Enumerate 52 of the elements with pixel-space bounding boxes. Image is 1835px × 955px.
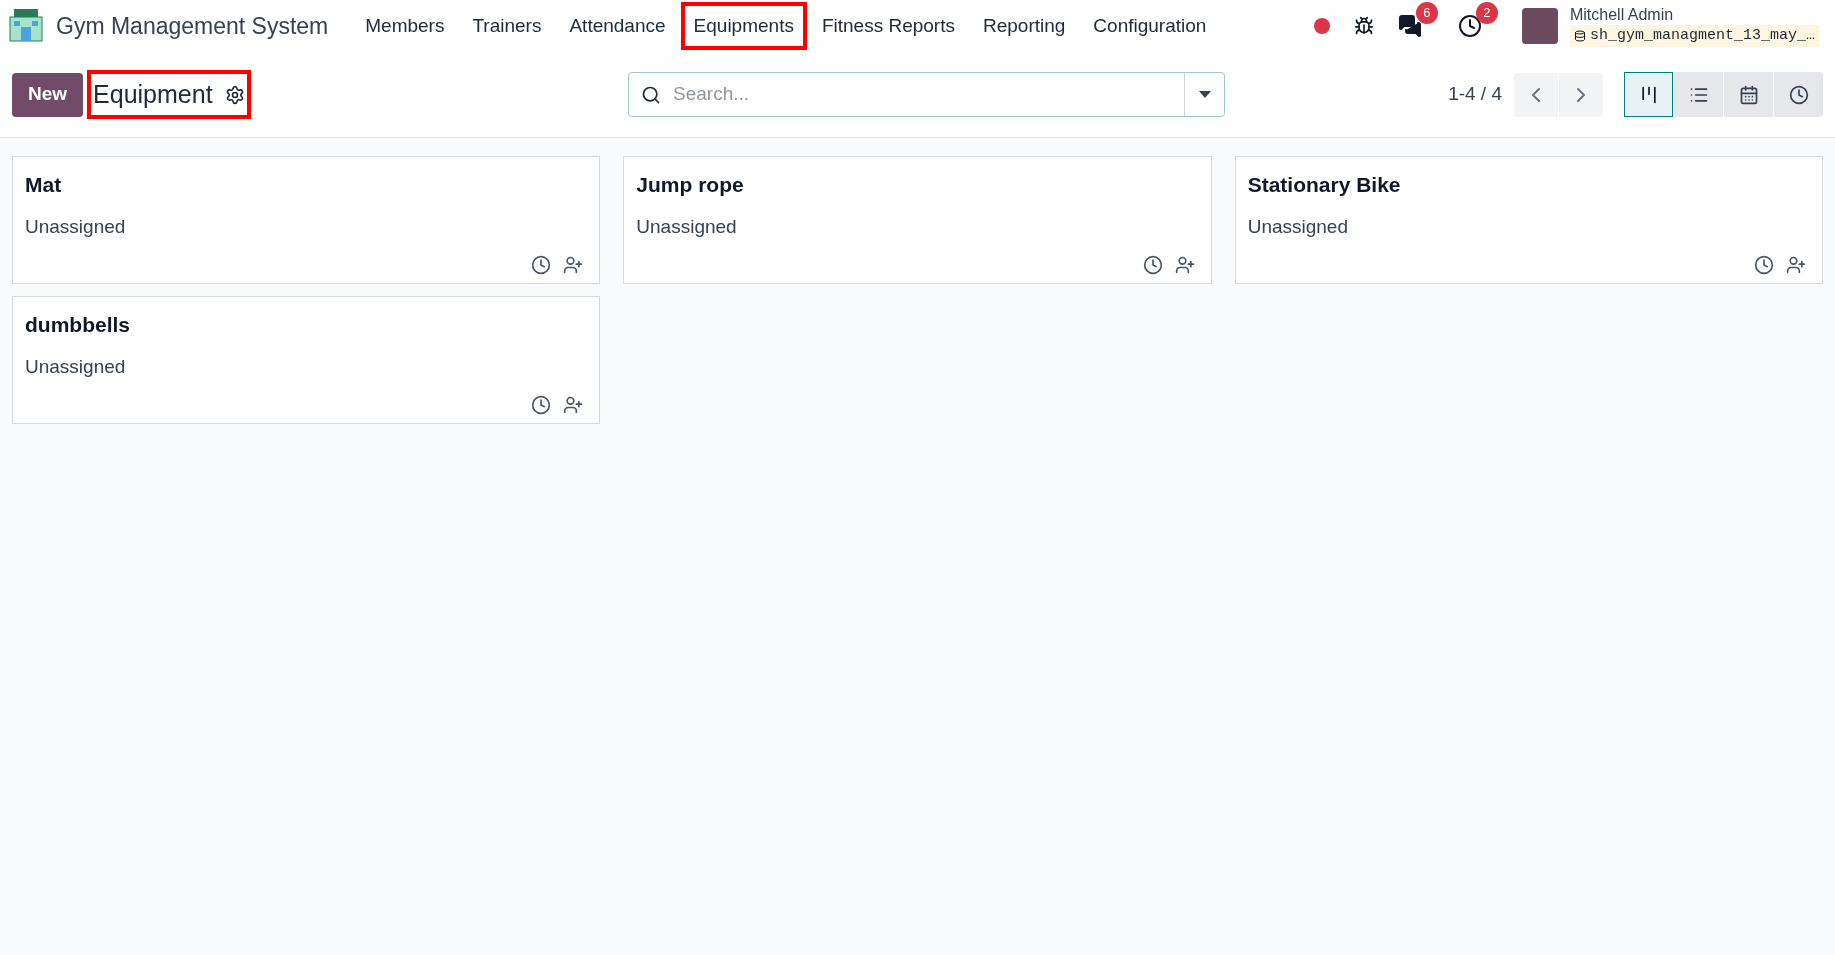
assignment-status: Unassigned <box>636 214 738 239</box>
equipment-card[interactable]: dumbbells Unassigned <box>12 296 601 424</box>
view-switch-button[interactable] <box>1724 72 1773 117</box>
menu-item[interactable]: Equipments <box>684 3 803 49</box>
pager-value[interactable]: 1-4 / 4 <box>1448 80 1502 109</box>
menu-item[interactable]: Trainers <box>463 3 551 49</box>
view-switch-button[interactable] <box>1674 72 1723 117</box>
card-title: Mat <box>25 172 63 198</box>
chat-icon[interactable] <box>1397 14 1422 38</box>
add-user-icon[interactable] <box>1174 255 1195 275</box>
equipment-card[interactable]: Stationary Bike Unassigned <box>1234 156 1823 284</box>
clock-icon <box>1788 84 1809 105</box>
add-user-icon[interactable] <box>563 395 584 415</box>
page-title: Equipment <box>93 78 213 110</box>
menu-item[interactable]: Members <box>356 3 454 49</box>
view-switch-button[interactable] <box>1624 72 1673 117</box>
add-user-icon[interactable] <box>1786 255 1806 275</box>
search-input[interactable]: Search... <box>673 80 1184 109</box>
clock-icon[interactable] <box>1457 14 1482 38</box>
notification-badge: 6 <box>1415 2 1438 24</box>
avatar[interactable] <box>1521 8 1558 44</box>
search-icon <box>641 84 661 105</box>
menu-item[interactable]: Configuration <box>1084 3 1216 49</box>
database-icon <box>1573 30 1586 42</box>
assignment-status: Unassigned <box>25 354 127 379</box>
clock-icon[interactable] <box>531 395 552 415</box>
app-name[interactable]: Gym Management System <box>56 8 329 44</box>
equipment-card[interactable]: Mat Unassigned <box>12 156 601 284</box>
menu-item[interactable]: Reporting <box>973 3 1075 49</box>
card-title: dumbbells <box>25 312 131 338</box>
bug-icon[interactable] <box>1353 16 1374 36</box>
card-title: Stationary Bike <box>1247 172 1402 198</box>
new-button[interactable]: New <box>12 72 84 117</box>
assignment-status: Unassigned <box>1247 214 1349 239</box>
notification-badge: 2 <box>1475 2 1498 24</box>
database-name: sh_gym_managment_13_may_… <box>1589 25 1815 46</box>
card-title: Jump rope <box>636 172 745 198</box>
equipment-card[interactable]: Jump rope Unassigned <box>623 156 1212 284</box>
add-user-icon[interactable] <box>563 255 584 275</box>
assignment-status: Unassigned <box>25 214 127 239</box>
calendar-icon <box>1738 84 1759 105</box>
clock-icon[interactable] <box>1142 255 1163 275</box>
search-bar[interactable]: Search... <box>628 72 1225 117</box>
settings-icon[interactable] <box>224 84 245 105</box>
view-switch-button[interactable] <box>1774 72 1823 117</box>
clock-icon[interactable] <box>1754 255 1774 275</box>
menu-item[interactable]: Fitness Reports <box>812 3 964 49</box>
clock-icon[interactable] <box>531 255 552 275</box>
gym-building-icon <box>8 9 44 43</box>
user-name: Mitchell Admin <box>1569 4 1675 25</box>
caret-icon <box>1198 91 1211 98</box>
menu-item[interactable]: Attendance <box>560 3 675 49</box>
